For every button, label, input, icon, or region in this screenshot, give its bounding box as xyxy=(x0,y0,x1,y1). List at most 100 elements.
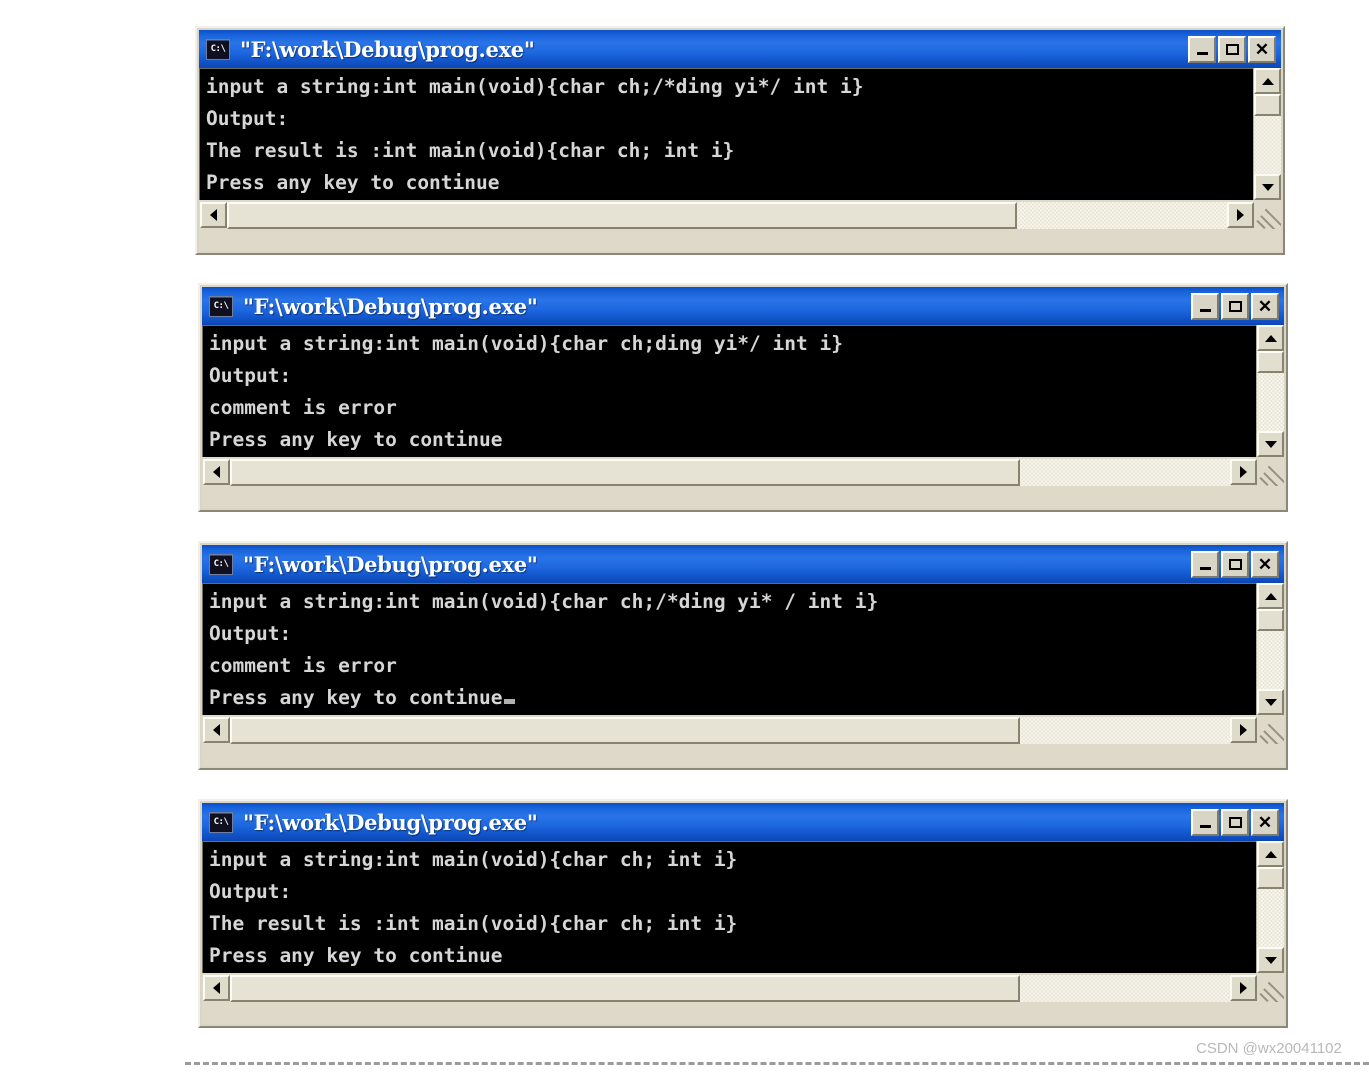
title-bar[interactable]: C:\ "F:\work\Debug\prog.exe" ✕ xyxy=(202,803,1284,841)
vertical-scroll-thumb[interactable] xyxy=(1257,867,1284,889)
console-app-icon[interactable]: C:\ xyxy=(206,38,230,60)
scroll-down-button[interactable] xyxy=(1257,947,1284,973)
console-line: comment is error xyxy=(209,396,397,419)
scroll-right-button[interactable] xyxy=(1230,717,1257,743)
console-window[interactable]: C:\ "F:\work\Debug\prog.exe" ✕ input a stri… xyxy=(195,26,1285,255)
vertical-scroll-track[interactable] xyxy=(1257,631,1284,689)
arrow-up-icon xyxy=(1264,334,1277,342)
arrow-left-icon xyxy=(213,466,220,478)
vertical-scroll-thumb[interactable] xyxy=(1257,609,1284,631)
close-button[interactable]: ✕ xyxy=(1251,292,1279,320)
maximize-button[interactable] xyxy=(1221,808,1249,836)
console-screen[interactable]: input a string:int main(void){char ch;/*… xyxy=(202,583,1256,715)
close-icon: ✕ xyxy=(1257,812,1273,832)
arrow-left-icon xyxy=(213,724,220,736)
close-button[interactable]: ✕ xyxy=(1251,550,1279,578)
close-button[interactable]: ✕ xyxy=(1248,35,1276,63)
scroll-left-button[interactable] xyxy=(203,717,230,743)
scroll-down-button[interactable] xyxy=(1257,431,1284,457)
resize-grip[interactable] xyxy=(1257,975,1284,1002)
vertical-scroll-thumb[interactable] xyxy=(1254,94,1281,116)
arrow-down-icon xyxy=(1264,698,1277,706)
horizontal-scroll-track[interactable] xyxy=(1017,202,1227,229)
maximize-button[interactable] xyxy=(1221,550,1249,578)
horizontal-scroll-track[interactable] xyxy=(1020,717,1230,744)
console-screen[interactable]: input a string:int main(void){char ch;/*… xyxy=(199,68,1253,200)
vertical-scrollbar[interactable] xyxy=(1256,583,1284,715)
scroll-right-button[interactable] xyxy=(1230,459,1257,485)
title-bar[interactable]: C:\ "F:\work\Debug\prog.exe" ✕ xyxy=(199,30,1281,68)
window-title: "F:\work\Debug\prog.exe" xyxy=(243,293,538,319)
window-controls: ✕ xyxy=(1191,550,1279,578)
window-controls: ✕ xyxy=(1191,808,1279,836)
console-app-icon[interactable]: C:\ xyxy=(209,295,233,317)
console-line: input a string:int main(void){char ch; i… xyxy=(209,848,738,871)
minimize-icon xyxy=(1199,567,1211,570)
horizontal-scroll-thumb[interactable] xyxy=(230,717,1020,744)
console-window-inner: C:\ "F:\work\Debug\prog.exe" ✕ input a stri… xyxy=(202,545,1284,766)
vertical-scrollbar[interactable] xyxy=(1253,68,1281,200)
console-app-icon-label: C:\ xyxy=(213,558,229,569)
horizontal-scroll-thumb[interactable] xyxy=(230,975,1020,1002)
console-window[interactable]: C:\ "F:\work\Debug\prog.exe" ✕ input a stri… xyxy=(198,799,1288,1028)
horizontal-scroll-thumb[interactable] xyxy=(227,202,1017,229)
scroll-left-button[interactable] xyxy=(203,975,230,1001)
console-body: input a string:int main(void){char ch; i… xyxy=(202,841,1284,973)
scroll-right-button[interactable] xyxy=(1230,975,1257,1001)
minimize-button[interactable] xyxy=(1191,808,1219,836)
scroll-left-button[interactable] xyxy=(200,202,227,228)
scroll-down-button[interactable] xyxy=(1254,174,1281,200)
minimize-icon xyxy=(1199,825,1211,828)
maximize-icon xyxy=(1225,43,1239,55)
minimize-button[interactable] xyxy=(1188,35,1216,63)
maximize-button[interactable] xyxy=(1221,292,1249,320)
console-window[interactable]: C:\ "F:\work\Debug\prog.exe" ✕ input a stri… xyxy=(198,541,1288,770)
arrow-left-icon xyxy=(213,982,220,994)
console-window-inner: C:\ "F:\work\Debug\prog.exe" ✕ input a stri… xyxy=(202,803,1284,1024)
scroll-down-button[interactable] xyxy=(1257,689,1284,715)
title-bar[interactable]: C:\ "F:\work\Debug\prog.exe" ✕ xyxy=(202,287,1284,325)
horizontal-scrollbar[interactable] xyxy=(202,973,1284,1003)
console-window-inner: C:\ "F:\work\Debug\prog.exe" ✕ input a stri… xyxy=(199,30,1281,251)
scroll-up-button[interactable] xyxy=(1257,841,1284,867)
title-bar[interactable]: C:\ "F:\work\Debug\prog.exe" ✕ xyxy=(202,545,1284,583)
horizontal-scrollbar[interactable] xyxy=(199,200,1281,230)
scroll-up-button[interactable] xyxy=(1257,325,1284,351)
console-line: Press any key to continue xyxy=(209,428,503,451)
vertical-scroll-track[interactable] xyxy=(1257,373,1284,431)
console-screen[interactable]: input a string:int main(void){char ch; i… xyxy=(202,841,1256,973)
minimize-button[interactable] xyxy=(1191,292,1219,320)
console-app-icon[interactable]: C:\ xyxy=(209,553,233,575)
console-app-icon-label: C:\ xyxy=(213,300,229,311)
resize-grip[interactable] xyxy=(1254,202,1281,229)
horizontal-scrollbar[interactable] xyxy=(202,715,1284,745)
maximize-button[interactable] xyxy=(1218,35,1246,63)
close-icon: ✕ xyxy=(1257,554,1273,574)
close-button[interactable]: ✕ xyxy=(1251,808,1279,836)
console-app-icon[interactable]: C:\ xyxy=(209,811,233,833)
console-body: input a string:int main(void){char ch;di… xyxy=(202,325,1284,457)
vertical-scroll-track[interactable] xyxy=(1254,116,1281,174)
console-window[interactable]: C:\ "F:\work\Debug\prog.exe" ✕ input a stri… xyxy=(198,283,1288,512)
arrow-right-icon xyxy=(1240,466,1247,478)
resize-grip[interactable] xyxy=(1257,459,1284,486)
vertical-scroll-track[interactable] xyxy=(1257,889,1284,947)
scroll-right-button[interactable] xyxy=(1227,202,1254,228)
horizontal-scroll-thumb[interactable] xyxy=(230,459,1020,486)
console-screen[interactable]: input a string:int main(void){char ch;di… xyxy=(202,325,1256,457)
vertical-scrollbar[interactable] xyxy=(1256,841,1284,973)
console-line: Output: xyxy=(209,364,292,387)
scroll-up-button[interactable] xyxy=(1254,68,1281,94)
resize-grip[interactable] xyxy=(1257,717,1284,744)
scroll-up-button[interactable] xyxy=(1257,583,1284,609)
horizontal-scroll-track[interactable] xyxy=(1020,975,1230,1002)
arrow-right-icon xyxy=(1237,209,1244,221)
vertical-scrollbar[interactable] xyxy=(1256,325,1284,457)
vertical-scroll-thumb[interactable] xyxy=(1257,351,1284,373)
scroll-left-button[interactable] xyxy=(203,459,230,485)
watermark-text: CSDN @wx20041102 xyxy=(1196,1040,1342,1057)
horizontal-scrollbar[interactable] xyxy=(202,457,1284,487)
console-line: Output: xyxy=(209,622,292,645)
horizontal-scroll-track[interactable] xyxy=(1020,459,1230,486)
minimize-button[interactable] xyxy=(1191,550,1219,578)
